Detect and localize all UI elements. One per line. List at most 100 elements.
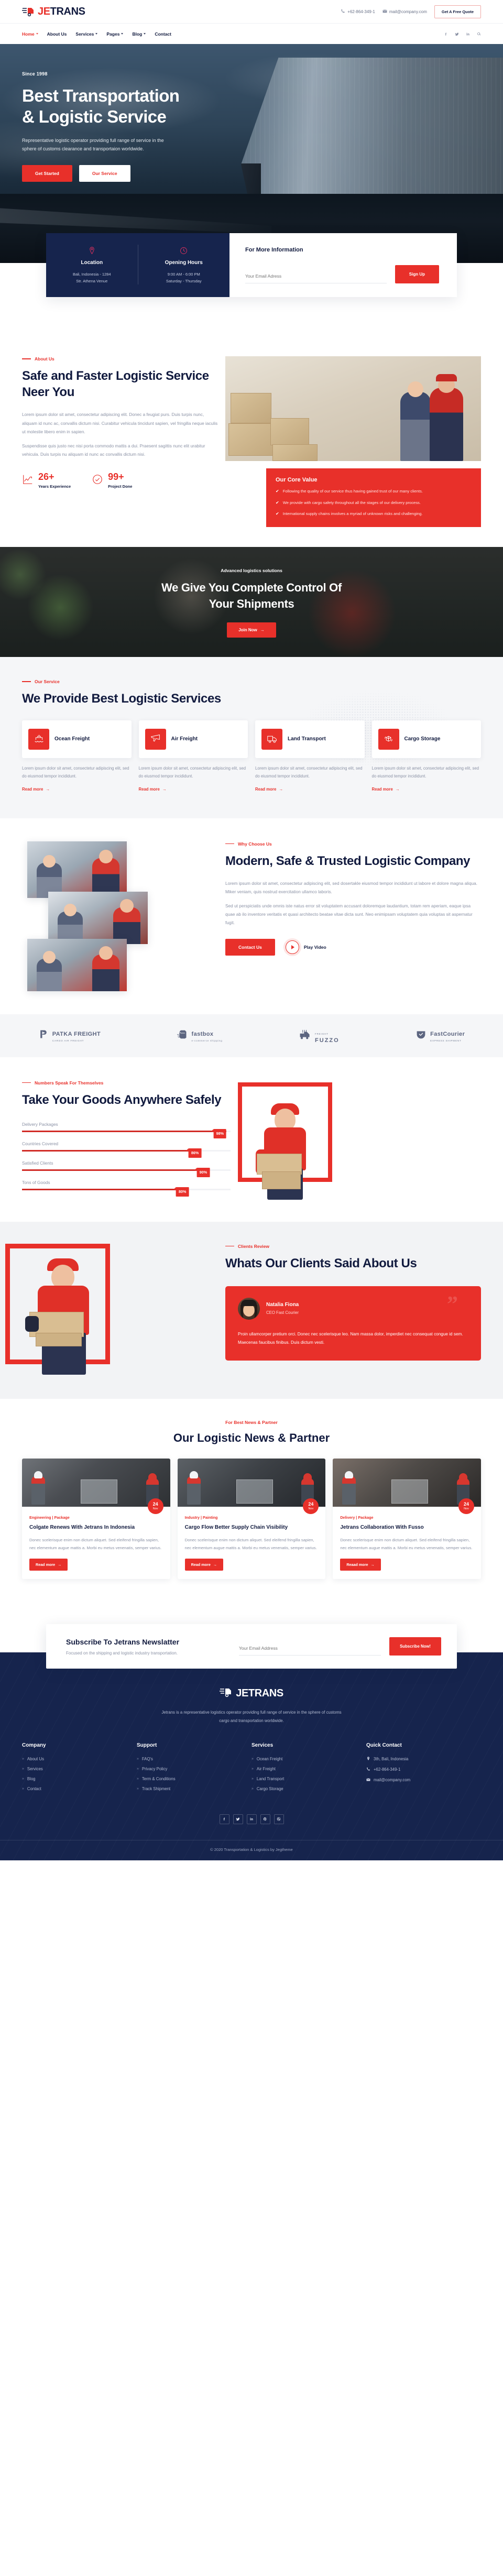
service-name: Cargo Storage bbox=[404, 736, 441, 742]
chevron-down-icon bbox=[36, 33, 38, 35]
read-more-link[interactable]: Read more → bbox=[372, 787, 400, 792]
service-card-land-transport[interactable]: Land Transport Lorem ipsum dolor sit ame… bbox=[255, 720, 365, 793]
arrow-right-icon: → bbox=[46, 786, 50, 792]
post-category[interactable]: Delivery | Package bbox=[340, 1515, 474, 1520]
blog-post-card[interactable]: 24 Nov Delivery | Package Jetrans Collabo… bbox=[333, 1458, 482, 1580]
play-video-button[interactable]: Play Video bbox=[285, 940, 326, 954]
join-now-button[interactable]: Join Now → bbox=[227, 622, 276, 638]
post-title[interactable]: Cargo Flow Better Supply Chain Visibilit… bbox=[185, 1524, 319, 1532]
post-title[interactable]: Jetrans Collaboration With Fusso bbox=[340, 1524, 474, 1532]
twitter-icon[interactable] bbox=[233, 1814, 243, 1824]
site-logo[interactable]: JETRANS bbox=[22, 6, 85, 18]
logo-wordmark: JETRANS bbox=[38, 5, 85, 17]
nav-list: Home About Us Services Pages Blog Contac… bbox=[22, 31, 171, 37]
chevron-right-icon: » bbox=[137, 1786, 139, 1791]
footer-column-heading: Support bbox=[137, 1742, 157, 1748]
info-strip: Location Bali, Indonesia - 1284 Str. Ath… bbox=[46, 233, 457, 298]
our-service-button[interactable]: Our Service bbox=[79, 165, 130, 182]
footer-logo[interactable]: JETRANS bbox=[0, 1687, 503, 1700]
footer-link[interactable]: » About Us bbox=[22, 1757, 137, 1761]
partner-logo-fuzzo: FREIGHT FUZZO bbox=[299, 1028, 340, 1044]
post-category[interactable]: Engineering | Package bbox=[29, 1515, 163, 1520]
testimonial-author-role: CEO Fast Courier bbox=[266, 1310, 299, 1316]
post-read-more-button[interactable]: Read more → bbox=[29, 1559, 68, 1571]
core-value-title: Our Core Value bbox=[276, 477, 318, 483]
post-title[interactable]: Colgate Renews With Jetrans In Indonesia bbox=[29, 1524, 163, 1532]
ship-icon bbox=[28, 728, 49, 750]
service-card-air-freight[interactable]: Air Freight Lorem ipsum dolor sit amet, … bbox=[138, 720, 248, 793]
topbar-phone[interactable]: +62-864-349-1 bbox=[341, 9, 375, 15]
footer-link[interactable]: » Ocean Freight bbox=[252, 1757, 366, 1761]
footer-link[interactable]: » Term & Conditions bbox=[137, 1777, 252, 1781]
partner-logo-fastbox: fastbox e-commerce shipping bbox=[177, 1029, 223, 1043]
banner-kicker: Advanced logistics solutions bbox=[221, 567, 282, 573]
stat-label: Years Experience bbox=[38, 484, 71, 489]
footer-link[interactable]: » Services bbox=[22, 1767, 137, 1771]
footer-link[interactable]: » Air Freight bbox=[252, 1767, 366, 1771]
service-description: Lorem ipsum dolor sit amet, consectetur … bbox=[371, 765, 479, 779]
progress-row-countries-covered: Countries Covered 86% bbox=[22, 1141, 231, 1158]
footer-link[interactable]: » FAQ's bbox=[137, 1757, 252, 1761]
get-a-free-quote-button[interactable]: Get A Free Quote bbox=[434, 5, 481, 18]
footer-link[interactable]: » Blog bbox=[22, 1777, 137, 1781]
newsletter-email-input[interactable] bbox=[239, 1642, 381, 1656]
footer-link[interactable]: » Land Transport bbox=[252, 1777, 366, 1781]
footer-link[interactable]: » Contact bbox=[22, 1786, 137, 1791]
footer-social-links bbox=[0, 1814, 503, 1824]
service-card-cargo-storage[interactable]: Cargo Storage Lorem ipsum dolor sit amet… bbox=[371, 720, 481, 793]
nav-item-services[interactable]: Services bbox=[75, 31, 98, 37]
post-read-more-button[interactable]: Read more → bbox=[184, 1559, 224, 1571]
post-date-badge: 24 Nov bbox=[303, 1498, 319, 1514]
topbar-email[interactable]: mail@company.com bbox=[382, 9, 427, 15]
dribbble-icon[interactable] bbox=[274, 1814, 284, 1824]
nav-item-about-us[interactable]: About Us bbox=[47, 31, 67, 37]
numbers-kicker: Numbers Speak For Themselves bbox=[22, 1080, 231, 1086]
services-section: Our Service We Provide Best Logistic Ser… bbox=[0, 656, 503, 818]
info-heading: Opening Hours bbox=[165, 260, 203, 266]
footer-contact-phone[interactable]: +62-864-349-1 bbox=[366, 1767, 481, 1772]
footer-contact-email[interactable]: mail@company.com bbox=[366, 1778, 481, 1783]
sign-up-button[interactable]: Sign Up bbox=[395, 265, 439, 283]
chevron-down-icon bbox=[144, 33, 146, 35]
blog-post-card[interactable]: 24 Nov Engineering | Package Colgate Rene… bbox=[22, 1458, 170, 1580]
nav-item-home[interactable]: Home bbox=[22, 31, 38, 37]
location-pin-icon bbox=[366, 1757, 370, 1762]
pinterest-icon[interactable] bbox=[260, 1814, 270, 1824]
facebook-icon[interactable] bbox=[444, 29, 448, 39]
subscribe-now-button[interactable]: Subscribe Now! bbox=[389, 1637, 441, 1656]
linkedin-icon[interactable] bbox=[246, 1814, 257, 1824]
post-read-more-button[interactable]: Reaad more → bbox=[340, 1559, 381, 1571]
contact-us-button[interactable]: Contact Us bbox=[225, 938, 275, 956]
progress-label: Delivery Packages bbox=[22, 1121, 58, 1127]
read-more-link[interactable]: Read more → bbox=[255, 787, 283, 792]
service-description: Lorem ipsum dolor sit amet, consectetur … bbox=[22, 765, 129, 779]
facebook-icon[interactable] bbox=[219, 1814, 229, 1824]
nav-item-contact[interactable]: Contact bbox=[155, 31, 171, 37]
fastbox-package-icon bbox=[177, 1029, 188, 1043]
arrow-right-icon: → bbox=[370, 1562, 375, 1567]
get-started-button[interactable]: Get Started bbox=[22, 165, 72, 182]
nav-item-blog[interactable]: Blog bbox=[132, 31, 146, 37]
service-description: Lorem ipsum dolor sit amet, consectetur … bbox=[138, 765, 246, 779]
linkedin-icon[interactable] bbox=[466, 29, 470, 39]
signup-email-input[interactable] bbox=[245, 270, 387, 283]
newsletter-card: Subscribe To Jetrans Newslatter Focused … bbox=[46, 1624, 457, 1669]
post-category[interactable]: Industry | Painting bbox=[185, 1515, 319, 1520]
gallery-image-2 bbox=[48, 891, 148, 944]
service-card-ocean-freight[interactable]: Ocean Freight Lorem ipsum dolor sit amet… bbox=[22, 720, 132, 793]
footer-link[interactable]: » Privacy Policy bbox=[137, 1767, 252, 1771]
nav-item-pages[interactable]: Pages bbox=[106, 31, 124, 37]
footer-link[interactable]: » Cargo Storage bbox=[252, 1786, 366, 1791]
twitter-icon[interactable] bbox=[455, 29, 459, 39]
why-kicker: Why Choose Us bbox=[225, 841, 481, 847]
search-icon[interactable] bbox=[477, 29, 481, 39]
progress-value: 86% bbox=[185, 1148, 202, 1158]
chevron-right-icon: » bbox=[252, 1777, 254, 1781]
footer-link[interactable]: » Track Shipment bbox=[137, 1786, 252, 1791]
stat-label: Project Done bbox=[108, 484, 133, 489]
box-rotate-icon bbox=[378, 728, 399, 750]
read-more-link[interactable]: Read more → bbox=[22, 787, 50, 792]
progress-value: 80% bbox=[173, 1187, 189, 1197]
blog-post-card[interactable]: 24 Nov Industry | Painting Cargo Flow Bet… bbox=[177, 1458, 326, 1580]
read-more-link[interactable]: Read more → bbox=[139, 787, 167, 792]
